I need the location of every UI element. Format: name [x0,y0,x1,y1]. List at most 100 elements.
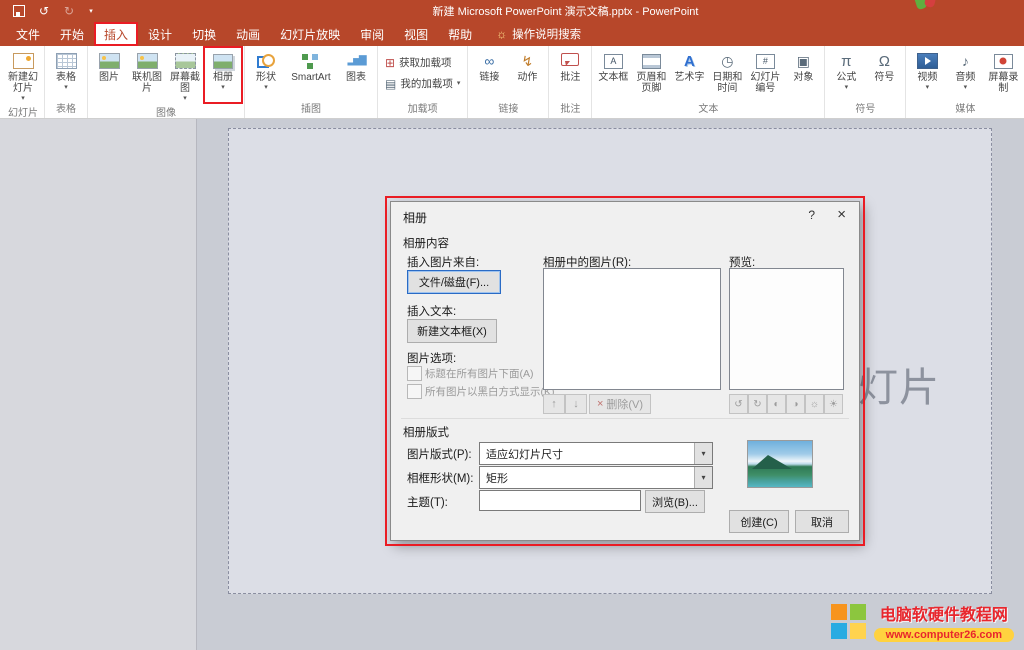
tab-view[interactable]: 视图 [394,22,438,46]
group-label-addins: 加载项 [381,98,464,118]
tab-animations[interactable]: 动画 [226,22,270,46]
create-button[interactable]: 创建(C) [729,510,789,533]
chevron-down-icon: ▾ [21,95,25,102]
remove-button[interactable]: × 删除(V) [589,394,651,414]
get-addins-button[interactable]: ⊞ 获取加载项 [381,54,464,71]
album-content-section-label: 相册内容 [403,235,449,251]
equation-button[interactable]: π 公式 ▾ [828,48,864,98]
close-icon[interactable]: × [837,206,846,223]
help-icon[interactable]: ? [808,208,815,222]
contrast-down-button[interactable]: ◑ [786,394,805,414]
screen-recording-button[interactable]: 屏幕录制 [985,48,1021,98]
brightness-down-button[interactable]: ☀ [824,394,843,414]
ribbon-group-slides: 新建幻灯片 ▾ 幻灯片 [2,46,45,118]
dialog-title: 相册 [403,209,427,226]
picture-layout-select[interactable]: 适应幻灯片尺寸 ▾ [479,442,713,465]
photo-album-dialog: 相册 ? × 相册内容 插入图片来自: 文件/磁盘(F)... 插入文本: 新建… [390,201,860,541]
rotate-left-button[interactable]: ↺ [729,394,748,414]
audio-button[interactable]: ♪ 音频 ▾ [947,48,983,98]
screenshot-icon [175,53,196,69]
brightness-up-button[interactable]: ☼ [805,394,824,414]
action-button[interactable]: ↯ 动作 [509,48,545,98]
wordart-button[interactable]: A 艺术字 [671,48,707,98]
table-button[interactable]: 表格 ▾ [48,48,84,98]
my-addins-icon: ▤ [385,78,396,90]
ribbon: 新建幻灯片 ▾ 幻灯片 表格 ▾ 表格 图片 [0,46,1024,119]
ribbon-group-addins: ⊞ 获取加载项 ▤ 我的加载项 ▾ 加载项 [378,46,468,118]
tab-home[interactable]: 开始 [50,22,94,46]
site-name: 电脑软硬件教程网 [880,601,1008,625]
new-slide-button[interactable]: 新建幻灯片 ▾ [5,48,41,102]
tab-file[interactable]: 文件 [6,22,50,46]
pictures-list[interactable] [543,268,721,390]
move-down-button[interactable]: ↓ [565,394,587,414]
smartart-button[interactable]: SmartArt [286,48,336,98]
object-button[interactable]: ▣ 对象 [785,48,821,98]
ribbon-group-images: 图片 联机图片 屏幕截图 ▾ 相册 ▾ 图像 [88,46,245,118]
move-up-button[interactable]: ↑ [543,394,565,414]
shapes-button[interactable]: 形状 ▾ [248,48,284,98]
contrast-up-button[interactable]: ◐ [767,394,786,414]
window-title: 新建 Microsoft PowerPoint 演示文稿.pptx - Powe… [107,3,1024,19]
chevron-down-icon[interactable]: ▾ [694,467,712,488]
slide-thumbnail-pane[interactable] [0,119,197,650]
captions-checkbox[interactable] [407,366,422,381]
link-icon: ∞ [484,54,494,68]
picture-options-label: 图片选项: [407,350,456,366]
slide-number-icon [756,54,775,69]
tell-me-label: 操作说明搜索 [512,26,581,42]
tab-review[interactable]: 审阅 [350,22,394,46]
frame-shape-label: 相框形状(M): [407,470,473,486]
chevron-down-icon: ▾ [457,80,461,87]
frame-shape-select[interactable]: 矩形 ▾ [479,466,713,489]
new-textbox-button[interactable]: 新建文本框(X) [407,319,497,343]
tab-insert[interactable]: 插入 [94,22,138,46]
tab-slideshow[interactable]: 幻灯片放映 [270,22,350,46]
comment-button[interactable]: 批注 [552,48,588,98]
browse-button[interactable]: 浏览(B)... [645,490,705,513]
photo-album-button[interactable]: 相册 ▾ [205,48,241,102]
wordart-icon: A [684,54,695,69]
text-box-button[interactable]: 文本框 [595,48,631,98]
picture-layout-value: 适应幻灯片尺寸 [486,446,563,462]
header-footer-button[interactable]: 页眉和页脚 [633,48,669,98]
slide-number-button[interactable]: 幻灯片编号 [747,48,783,98]
date-time-icon: ◷ [721,54,733,68]
action-icon: ↯ [521,54,533,68]
remove-x-icon: × [597,398,603,410]
frame-shape-value: 矩形 [486,470,508,486]
my-addins-button[interactable]: ▤ 我的加载项 ▾ [381,75,464,92]
tab-transitions[interactable]: 切换 [182,22,226,46]
black-white-checkbox-label: 所有图片以黑白方式显示(K) [425,384,555,399]
video-button[interactable]: 视频 ▾ [909,48,945,98]
pictures-button[interactable]: 图片 [91,48,127,102]
chart-button[interactable]: ▂▅▇ 图表 [338,48,374,98]
preview-box [729,268,844,390]
cancel-button[interactable]: 取消 [795,510,849,533]
qat-customize-button[interactable]: ▾ [87,4,95,18]
ribbon-group-symbols: π 公式 ▾ Ω 符号 符号 [825,46,906,118]
save-button[interactable] [12,4,26,18]
screenshot-button[interactable]: 屏幕截图 ▾ [167,48,203,102]
symbol-icon: Ω [879,54,890,69]
group-label-symbols: 符号 [828,98,902,118]
tab-design[interactable]: 设计 [138,22,182,46]
date-time-button[interactable]: ◷ 日期和时间 [709,48,745,98]
group-label-text: 文本 [595,98,821,118]
album-layout-section-label: 相册版式 [403,424,449,440]
redo-button[interactable]: ↻ [62,4,76,18]
store-icon: ⊞ [385,57,395,69]
file-disk-button[interactable]: 文件/磁盘(F)... [407,270,501,294]
undo-button[interactable]: ↺ [37,4,51,18]
theme-input[interactable] [479,490,641,511]
group-label-tables: 表格 [48,98,84,118]
chevron-down-icon[interactable]: ▾ [694,443,712,464]
tell-me-search[interactable]: ☼ 操作说明搜索 [496,22,581,46]
tab-help[interactable]: 帮助 [438,22,482,46]
chevron-down-icon: ▾ [926,84,930,91]
rotate-right-button[interactable]: ↻ [748,394,767,414]
symbol-button[interactable]: Ω 符号 [866,48,902,98]
black-white-checkbox[interactable] [407,384,422,399]
link-button[interactable]: ∞ 链接 [471,48,507,98]
online-pictures-button[interactable]: 联机图片 [129,48,165,102]
